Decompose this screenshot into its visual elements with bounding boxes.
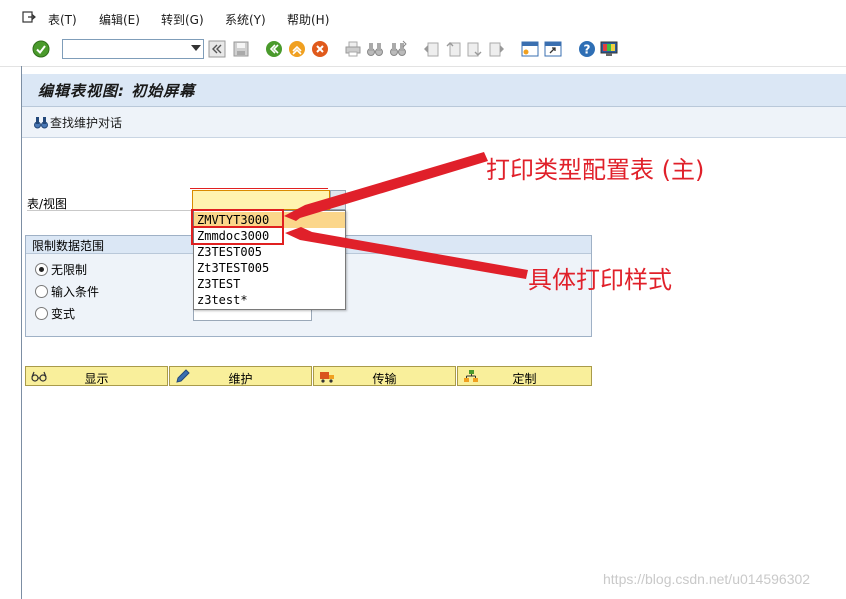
- annotation-print-style: 具体打印样式: [528, 266, 672, 294]
- arrow-to-config-table: [284, 152, 488, 221]
- watermark: https://blog.csdn.net/u014596302: [603, 571, 811, 587]
- annotation-arrows: [284, 152, 528, 279]
- annotation-config-table: 打印类型配置表 (主): [486, 156, 705, 184]
- arrow-to-print-style: [285, 227, 528, 279]
